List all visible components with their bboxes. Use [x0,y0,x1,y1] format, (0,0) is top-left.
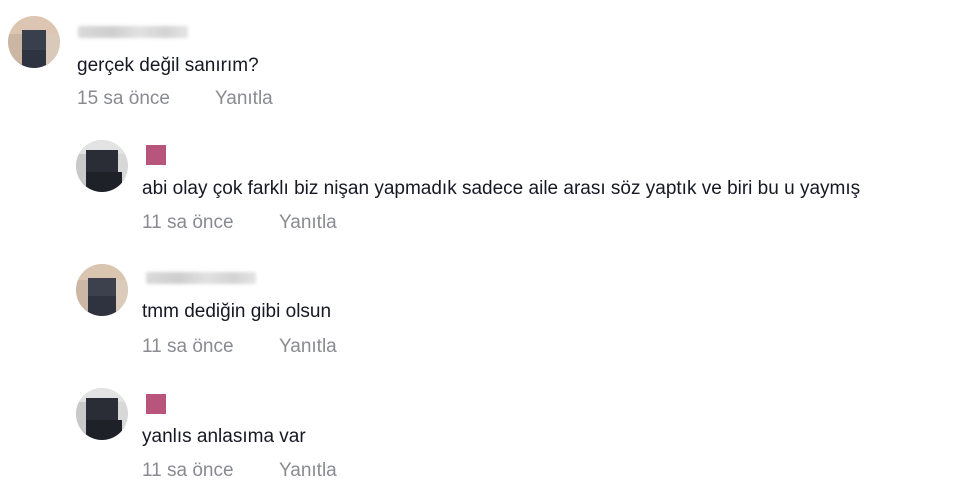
reply-button[interactable]: Yanıtla [279,211,337,235]
avatar[interactable] [76,388,128,440]
avatar[interactable] [8,16,60,68]
username-badge[interactable] [146,145,166,165]
comment-text: tmm dediğin gibi olsun [142,301,332,322]
username-blurred[interactable] [146,272,256,284]
username-badge[interactable] [146,394,166,414]
comment-text: abi olay çok farklı biz nişan yapmadık s… [142,178,861,199]
avatar[interactable] [76,264,128,316]
comment-timestamp: 11 sa önce [142,460,234,481]
comment-text: yanlıs anlasıma var [142,426,306,447]
reply-comment-item: abi olay çok farklı biz nişan yapmadık s… [0,130,976,240]
comment-item: gerçek değil sanırım? 15 sa önce Yanıtla [0,0,976,120]
comment-timestamp: 11 sa önce [142,336,234,357]
username-blurred[interactable] [78,26,188,38]
reply-comment-item: tmm dediğin gibi olsun 11 sa önce Yanıtl… [0,255,976,365]
reply-button[interactable]: Yanıtla [279,459,337,483]
reply-button[interactable]: Yanıtla [279,335,337,359]
reply-button[interactable]: Yanıtla [215,87,273,111]
comment-timestamp: 11 sa önce [142,212,234,233]
avatar[interactable] [76,140,128,192]
reply-comment-item: yanlıs anlasıma var 11 sa önce Yanıtla [0,380,976,486]
comment-timestamp: 15 sa önce [77,88,170,109]
comment-text: gerçek değil sanırım? [77,55,259,76]
